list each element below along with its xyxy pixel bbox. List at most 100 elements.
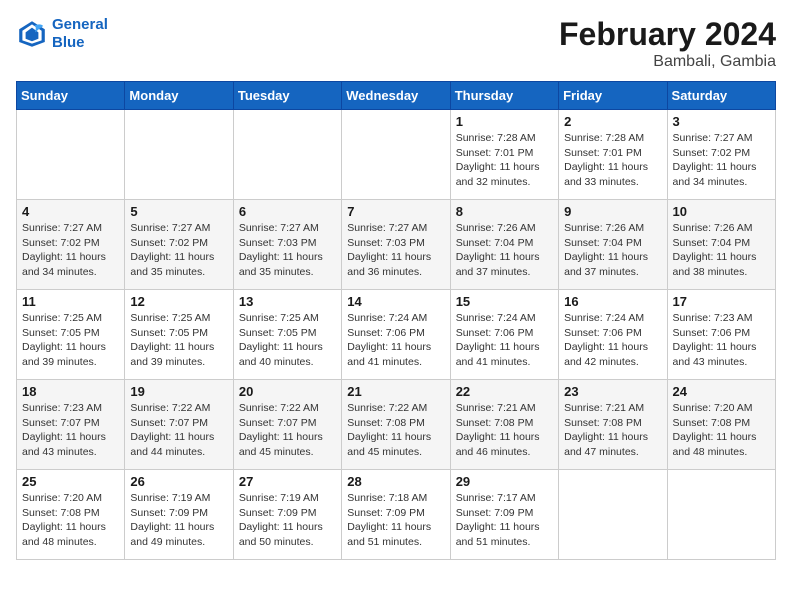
- calendar-cell: [125, 110, 233, 200]
- day-number: 28: [347, 474, 444, 489]
- day-number: 27: [239, 474, 336, 489]
- day-info: Sunrise: 7:21 AM Sunset: 7:08 PM Dayligh…: [456, 401, 553, 460]
- weekday-header-saturday: Saturday: [667, 82, 775, 110]
- calendar-body: 1Sunrise: 7:28 AM Sunset: 7:01 PM Daylig…: [17, 110, 776, 560]
- day-info: Sunrise: 7:22 AM Sunset: 7:07 PM Dayligh…: [130, 401, 227, 460]
- calendar-cell: 24 Sunrise: 7:20 AM Sunset: 7:08 PM Dayli…: [667, 380, 775, 470]
- day-number: 14: [347, 294, 444, 309]
- day-number: 12: [130, 294, 227, 309]
- calendar-week-row: 18 Sunrise: 7:23 AM Sunset: 7:07 PM Dayli…: [17, 380, 776, 470]
- calendar-cell: 8 Sunrise: 7:26 AM Sunset: 7:04 PM Daylig…: [450, 200, 558, 290]
- day-info: Sunrise: 7:17 AM Sunset: 7:09 PM Dayligh…: [456, 491, 553, 550]
- day-number: 9: [564, 204, 661, 219]
- day-info: Sunrise: 7:26 AM Sunset: 7:04 PM Dayligh…: [456, 221, 553, 280]
- weekday-header-sunday: Sunday: [17, 82, 125, 110]
- calendar-cell: 25 Sunrise: 7:20 AM Sunset: 7:08 PM Dayli…: [17, 470, 125, 560]
- day-number: 24: [673, 384, 770, 399]
- calendar-week-row: 11Sunrise: 7:25 AM Sunset: 7:05 PM Dayli…: [17, 290, 776, 380]
- day-info: Sunrise: 7:20 AM Sunset: 7:08 PM Dayligh…: [673, 401, 770, 460]
- calendar-cell: 1Sunrise: 7:28 AM Sunset: 7:01 PM Daylig…: [450, 110, 558, 200]
- day-number: 3: [673, 114, 770, 129]
- calendar-cell: 3 Sunrise: 7:27 AM Sunset: 7:02 PM Daylig…: [667, 110, 775, 200]
- calendar-cell: 11Sunrise: 7:25 AM Sunset: 7:05 PM Dayli…: [17, 290, 125, 380]
- day-info: Sunrise: 7:19 AM Sunset: 7:09 PM Dayligh…: [130, 491, 227, 550]
- day-info: Sunrise: 7:28 AM Sunset: 7:01 PM Dayligh…: [456, 131, 553, 190]
- calendar-week-row: 4 Sunrise: 7:27 AM Sunset: 7:02 PM Daylig…: [17, 200, 776, 290]
- day-info: Sunrise: 7:26 AM Sunset: 7:04 PM Dayligh…: [673, 221, 770, 280]
- weekday-header-row: SundayMondayTuesdayWednesdayThursdayFrid…: [17, 82, 776, 110]
- day-info: Sunrise: 7:21 AM Sunset: 7:08 PM Dayligh…: [564, 401, 661, 460]
- day-number: 18: [22, 384, 119, 399]
- day-info: Sunrise: 7:24 AM Sunset: 7:06 PM Dayligh…: [564, 311, 661, 370]
- day-number: 4: [22, 204, 119, 219]
- calendar-cell: 5 Sunrise: 7:27 AM Sunset: 7:02 PM Daylig…: [125, 200, 233, 290]
- day-number: 10: [673, 204, 770, 219]
- calendar-cell: 17 Sunrise: 7:23 AM Sunset: 7:06 PM Dayli…: [667, 290, 775, 380]
- calendar-cell: 29Sunrise: 7:17 AM Sunset: 7:09 PM Dayli…: [450, 470, 558, 560]
- weekday-header-wednesday: Wednesday: [342, 82, 450, 110]
- logo-icon: [16, 18, 48, 50]
- day-info: Sunrise: 7:24 AM Sunset: 7:06 PM Dayligh…: [347, 311, 444, 370]
- calendar-cell: 13Sunrise: 7:25 AM Sunset: 7:05 PM Dayli…: [233, 290, 341, 380]
- day-number: 20: [239, 384, 336, 399]
- calendar-cell: 18 Sunrise: 7:23 AM Sunset: 7:07 PM Dayli…: [17, 380, 125, 470]
- day-info: Sunrise: 7:20 AM Sunset: 7:08 PM Dayligh…: [22, 491, 119, 550]
- day-number: 8: [456, 204, 553, 219]
- day-number: 19: [130, 384, 227, 399]
- calendar-cell: 14 Sunrise: 7:24 AM Sunset: 7:06 PM Dayli…: [342, 290, 450, 380]
- weekday-header-thursday: Thursday: [450, 82, 558, 110]
- day-number: 17: [673, 294, 770, 309]
- day-info: Sunrise: 7:19 AM Sunset: 7:09 PM Dayligh…: [239, 491, 336, 550]
- day-number: 26: [130, 474, 227, 489]
- calendar-cell: 10 Sunrise: 7:26 AM Sunset: 7:04 PM Dayli…: [667, 200, 775, 290]
- calendar-cell: 19 Sunrise: 7:22 AM Sunset: 7:07 PM Dayli…: [125, 380, 233, 470]
- calendar-cell: 21Sunrise: 7:22 AM Sunset: 7:08 PM Dayli…: [342, 380, 450, 470]
- calendar-cell: 2Sunrise: 7:28 AM Sunset: 7:01 PM Daylig…: [559, 110, 667, 200]
- calendar-cell: 28 Sunrise: 7:18 AM Sunset: 7:09 PM Dayli…: [342, 470, 450, 560]
- calendar-cell: [342, 110, 450, 200]
- day-number: 22: [456, 384, 553, 399]
- title-block: February 2024 Bambali, Gambia: [559, 16, 776, 71]
- day-number: 7: [347, 204, 444, 219]
- day-info: Sunrise: 7:18 AM Sunset: 7:09 PM Dayligh…: [347, 491, 444, 550]
- calendar-week-row: 1Sunrise: 7:28 AM Sunset: 7:01 PM Daylig…: [17, 110, 776, 200]
- weekday-header-monday: Monday: [125, 82, 233, 110]
- day-number: 16: [564, 294, 661, 309]
- day-info: Sunrise: 7:27 AM Sunset: 7:02 PM Dayligh…: [673, 131, 770, 190]
- day-info: Sunrise: 7:27 AM Sunset: 7:03 PM Dayligh…: [347, 221, 444, 280]
- calendar-cell: 15 Sunrise: 7:24 AM Sunset: 7:06 PM Dayli…: [450, 290, 558, 380]
- calendar-cell: 23 Sunrise: 7:21 AM Sunset: 7:08 PM Dayli…: [559, 380, 667, 470]
- day-info: Sunrise: 7:28 AM Sunset: 7:01 PM Dayligh…: [564, 131, 661, 190]
- logo: General Blue: [16, 16, 108, 52]
- day-number: 25: [22, 474, 119, 489]
- day-info: Sunrise: 7:27 AM Sunset: 7:03 PM Dayligh…: [239, 221, 336, 280]
- calendar-cell: 22 Sunrise: 7:21 AM Sunset: 7:08 PM Dayli…: [450, 380, 558, 470]
- day-info: Sunrise: 7:27 AM Sunset: 7:02 PM Dayligh…: [130, 221, 227, 280]
- calendar-cell: [667, 470, 775, 560]
- day-info: Sunrise: 7:23 AM Sunset: 7:06 PM Dayligh…: [673, 311, 770, 370]
- calendar-table: SundayMondayTuesdayWednesdayThursdayFrid…: [16, 81, 776, 560]
- calendar-cell: 16 Sunrise: 7:24 AM Sunset: 7:06 PM Dayli…: [559, 290, 667, 380]
- calendar-cell: 7 Sunrise: 7:27 AM Sunset: 7:03 PM Daylig…: [342, 200, 450, 290]
- weekday-header-tuesday: Tuesday: [233, 82, 341, 110]
- calendar-cell: 20 Sunrise: 7:22 AM Sunset: 7:07 PM Dayli…: [233, 380, 341, 470]
- calendar-header: SundayMondayTuesdayWednesdayThursdayFrid…: [17, 82, 776, 110]
- day-number: 23: [564, 384, 661, 399]
- day-number: 15: [456, 294, 553, 309]
- day-number: 6: [239, 204, 336, 219]
- day-info: Sunrise: 7:23 AM Sunset: 7:07 PM Dayligh…: [22, 401, 119, 460]
- day-info: Sunrise: 7:26 AM Sunset: 7:04 PM Dayligh…: [564, 221, 661, 280]
- calendar-cell: 26 Sunrise: 7:19 AM Sunset: 7:09 PM Dayli…: [125, 470, 233, 560]
- weekday-header-friday: Friday: [559, 82, 667, 110]
- calendar-cell: [17, 110, 125, 200]
- day-info: Sunrise: 7:24 AM Sunset: 7:06 PM Dayligh…: [456, 311, 553, 370]
- calendar-week-row: 25 Sunrise: 7:20 AM Sunset: 7:08 PM Dayli…: [17, 470, 776, 560]
- page-header: General Blue February 2024 Bambali, Gamb…: [16, 16, 776, 71]
- day-number: 5: [130, 204, 227, 219]
- calendar-cell: [233, 110, 341, 200]
- logo-text: General Blue: [52, 16, 108, 52]
- day-info: Sunrise: 7:22 AM Sunset: 7:07 PM Dayligh…: [239, 401, 336, 460]
- calendar-cell: 4Sunrise: 7:27 AM Sunset: 7:02 PM Daylig…: [17, 200, 125, 290]
- month-year-title: February 2024: [559, 16, 776, 53]
- calendar-cell: 9 Sunrise: 7:26 AM Sunset: 7:04 PM Daylig…: [559, 200, 667, 290]
